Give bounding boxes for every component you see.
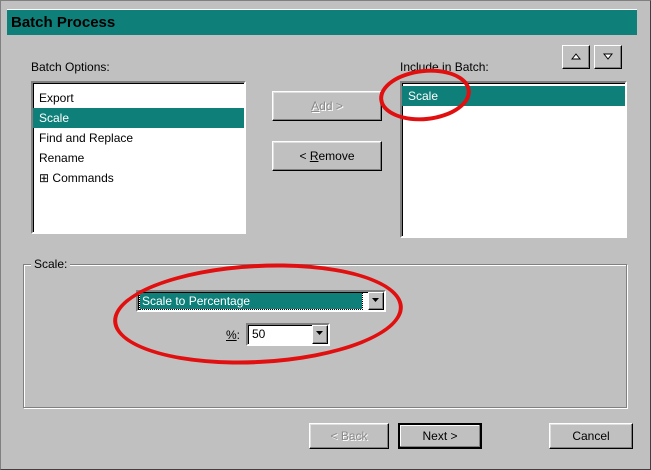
- list-item-rename[interactable]: Rename: [33, 148, 244, 168]
- cancel-button[interactable]: Cancel: [549, 423, 633, 449]
- batch-options-list[interactable]: Export Scale Find and Replace Rename ⊞ C…: [31, 81, 246, 234]
- move-down-button[interactable]: [594, 45, 622, 69]
- list-item-export[interactable]: Export: [33, 88, 244, 108]
- include-in-batch-label: Include in Batch:: [400, 60, 489, 74]
- move-up-button[interactable]: [562, 45, 590, 69]
- percent-value[interactable]: 50: [250, 326, 312, 342]
- list-item-commands-label: Commands: [52, 171, 114, 185]
- percent-dropdown-button[interactable]: [312, 325, 328, 344]
- scale-mode-value: Scale to Percentage: [139, 292, 363, 310]
- percent-input[interactable]: 50: [246, 323, 330, 346]
- add-button[interactable]: Add >: [272, 91, 382, 121]
- batch-item-scale[interactable]: Scale: [402, 86, 625, 106]
- next-button[interactable]: Next >: [398, 423, 482, 449]
- chevron-down-icon: [316, 331, 323, 335]
- dialog-window: Batch Process Batch Options: Export Scal…: [0, 0, 651, 470]
- remove-button[interactable]: < Remove: [272, 141, 382, 171]
- move-down-icon: [603, 53, 613, 60]
- percent-label: %:: [226, 328, 241, 342]
- scale-group-label: Scale:: [31, 257, 71, 271]
- batch-options-label: Batch Options:: [31, 60, 110, 74]
- back-button[interactable]: < Back: [309, 423, 389, 449]
- expand-plus-icon[interactable]: ⊞: [39, 171, 49, 185]
- chevron-down-icon: [372, 298, 379, 302]
- list-item-commands[interactable]: ⊞ Commands: [33, 168, 244, 188]
- list-item-find-and-replace[interactable]: Find and Replace: [33, 128, 244, 148]
- scale-mode-select[interactable]: Scale to Percentage: [136, 290, 386, 312]
- scale-mode-dropdown-button[interactable]: [368, 292, 384, 310]
- list-item-scale[interactable]: Scale: [33, 108, 244, 128]
- include-in-batch-list[interactable]: Scale: [400, 81, 627, 238]
- window-title: Batch Process: [7, 9, 637, 35]
- move-up-icon: [571, 53, 581, 60]
